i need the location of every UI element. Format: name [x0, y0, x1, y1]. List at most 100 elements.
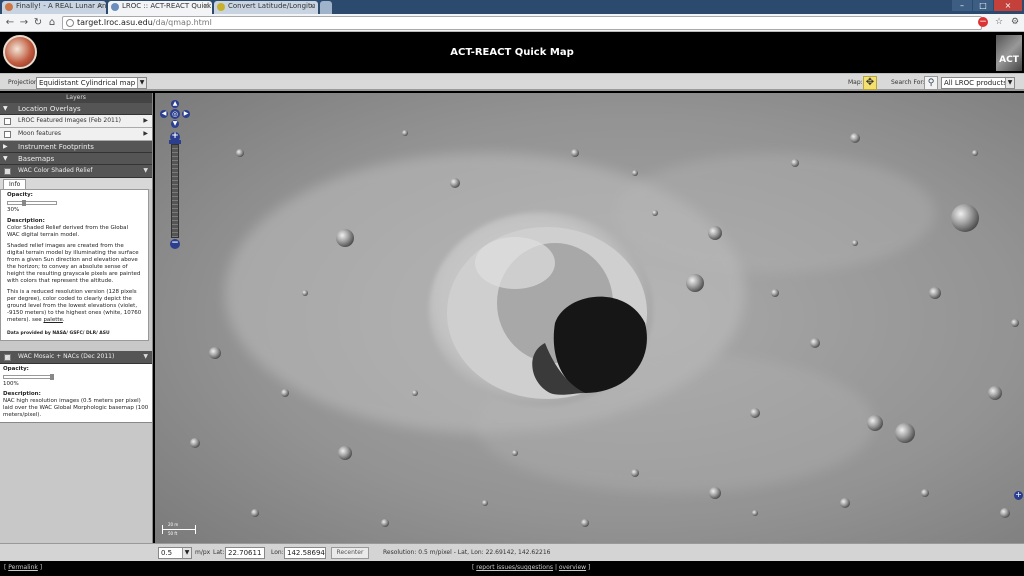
url-host: target.lroc.asu.edu — [77, 18, 153, 27]
chevron-down-icon: ▼ — [1005, 78, 1014, 88]
layer-checkbox-checked[interactable]: ✓ — [4, 354, 11, 361]
status-bar-spacer — [0, 543, 155, 561]
opacity-value: 30% — [7, 207, 20, 213]
binoculars-icon[interactable]: ⚲ — [924, 76, 938, 90]
small-crater — [512, 450, 518, 456]
data-credit: Data provided by NASA/ GSFC/ DLR/ ASU — [7, 331, 110, 336]
small-crater — [581, 519, 589, 527]
page-footer: [ Permalink ] [ report issues/suggestion… — [0, 561, 1024, 576]
small-crater — [412, 390, 418, 396]
minimize-icon[interactable]: – — [952, 0, 972, 11]
opacity-value: 100% — [3, 381, 19, 387]
opacity-slider[interactable] — [7, 200, 57, 206]
lunar-surface-image[interactable] — [155, 93, 1024, 543]
pan-zoom-control: ▲ ◀ ◎ ▶ ▼ + − — [160, 100, 190, 250]
close-tab-icon[interactable]: × — [97, 2, 103, 10]
layers-header: Layers — [0, 93, 152, 103]
small-crater — [951, 204, 979, 232]
pan-right-icon[interactable]: ▶ — [182, 110, 190, 118]
layer-featured-images[interactable]: LROC Featured Images (Feb 2011) ▶ — [0, 115, 152, 128]
zoom-slider-handle[interactable] — [169, 140, 181, 144]
tab-label: LROC :: ACT-REACT Quick — [122, 2, 212, 10]
window-close-icon[interactable]: × — [994, 0, 1022, 11]
star-icon[interactable]: ☆ — [994, 17, 1004, 27]
opacity-slider-handle[interactable] — [21, 200, 26, 206]
info-tab-strip: Info — [0, 178, 152, 189]
maximize-icon[interactable]: □ — [973, 0, 993, 11]
layer-label: WAC Mosaic + NACs (Dec 2011) — [18, 353, 115, 360]
close-tab-icon[interactable]: × — [203, 2, 209, 10]
new-tab-button[interactable] — [320, 1, 332, 14]
triangle-right-icon[interactable]: ▶ — [143, 128, 148, 140]
small-crater — [571, 149, 579, 157]
favicon-icon — [111, 3, 119, 11]
projection-label: Projection: — [8, 79, 40, 86]
wac-mosaic-info-panel: Opacity: 100% Description: NAC high reso… — [0, 364, 152, 423]
permalink-link[interactable]: Permalink — [8, 564, 38, 571]
palette-link[interactable]: palette — [43, 317, 62, 323]
lon-input[interactable]: 142.58694 — [284, 547, 326, 559]
description-text: . — [62, 317, 65, 323]
layer-wac-shaded-relief[interactable]: WAC Color Shaded Relief ▼ — [0, 165, 152, 178]
page-title: ACT-REACT Quick Map — [450, 47, 574, 58]
home-icon[interactable]: ⌂ — [46, 17, 58, 29]
triangle-down-icon[interactable]: ▼ — [143, 165, 148, 177]
layer-moon-features[interactable]: Moon features ▶ — [0, 128, 152, 141]
zoom-world-icon[interactable]: ◎ — [170, 109, 180, 119]
small-crater — [450, 178, 460, 188]
pan-down-icon[interactable]: ▼ — [171, 120, 179, 128]
layer-checkbox[interactable] — [4, 118, 11, 125]
zoom-out-icon[interactable]: − — [170, 239, 180, 249]
back-icon[interactable]: ← — [4, 17, 16, 29]
recenter-button[interactable]: Recenter — [331, 547, 369, 559]
lat-label: Lat: — [213, 549, 225, 556]
reload-icon[interactable]: ↻ — [32, 17, 44, 29]
search-product-select[interactable]: All LROC products ▼ — [941, 77, 1015, 89]
close-tab-icon[interactable]: × — [309, 2, 315, 10]
description-text: Shaded relief images are created from th… — [7, 243, 141, 284]
projection-select[interactable]: Equidistant Cylindrical map ▼ — [36, 77, 147, 89]
browser-tab-2[interactable]: LROC :: ACT-REACT Quick × — [108, 1, 212, 14]
tab-info[interactable]: Info — [3, 179, 27, 189]
resolution-readout: Resolution: 0.5 m/pixel - Lat, Lon: 22.6… — [383, 549, 551, 556]
layer-wac-mosaic[interactable]: ✓ WAC Mosaic + NACs (Dec 2011) ▼ — [0, 351, 152, 364]
layer-label: Moon features — [18, 130, 62, 137]
block-icon[interactable]: − — [978, 17, 988, 27]
url-input[interactable]: target.lroc.asu.edu/da/qmap.html — [62, 16, 982, 30]
triangle-down-icon[interactable]: ▼ — [143, 351, 148, 363]
small-crater — [236, 149, 244, 157]
scale-select[interactable]: 0.5 ▼ — [158, 547, 192, 559]
chevron-down-icon: ▼ — [137, 78, 146, 88]
instrument-footprints-section[interactable]: ▶ Instrument Footprints — [0, 141, 152, 153]
wrench-icon[interactable]: ⚙ — [1010, 17, 1020, 27]
act-logo[interactable]: ACT — [996, 35, 1022, 71]
forward-icon[interactable]: → — [18, 17, 30, 29]
app-header: ACT-REACT Quick Map ACT — [0, 32, 1024, 73]
layer-checkbox[interactable] — [4, 131, 11, 138]
layer-checkbox[interactable] — [4, 168, 11, 175]
report-issues-link[interactable]: report issues/suggestions — [476, 564, 553, 571]
opacity-slider-handle[interactable] — [50, 374, 54, 380]
pan-up-icon[interactable]: ▲ — [171, 100, 179, 108]
address-bar: ← → ↻ ⌂ target.lroc.asu.edu/da/qmap.html… — [0, 14, 1024, 32]
pan-move-icon[interactable]: ✥ — [863, 76, 877, 90]
overview-link[interactable]: overview — [559, 564, 586, 571]
location-overlays-section[interactable]: ▼ Location Overlays — [0, 103, 152, 115]
browser-tab-1[interactable]: Finally! - A REAL Lunar Ano × — [2, 1, 106, 14]
triangle-right-icon[interactable]: ▶ — [143, 115, 148, 127]
basemaps-section[interactable]: ▼ Basemaps — [0, 153, 152, 165]
scale-line — [162, 529, 196, 530]
layer-label: LROC Featured Images (Feb 2011) — [18, 117, 122, 124]
triangle-down-icon: ▼ — [3, 155, 8, 162]
small-crater — [402, 130, 408, 136]
pan-left-icon[interactable]: ◀ — [160, 110, 168, 118]
wac-shaded-info-panel: Opacity: 30% Description: Color Shaded R… — [0, 189, 149, 341]
opacity-slider[interactable] — [3, 374, 54, 380]
layer-switcher-icon[interactable]: + — [1014, 491, 1023, 500]
zoom-bar[interactable] — [171, 144, 179, 238]
scale-metric: 20 m — [168, 522, 179, 527]
browser-tab-3[interactable]: Convert Latitude/Longitu × — [214, 1, 318, 14]
lat-input[interactable]: 22.70611 — [225, 547, 265, 559]
map-status-bar: 0.5 ▼ m/px Lat: 22.70611 Lon: 142.58694 … — [155, 543, 1024, 561]
lunar-map-viewport[interactable] — [155, 93, 1024, 543]
